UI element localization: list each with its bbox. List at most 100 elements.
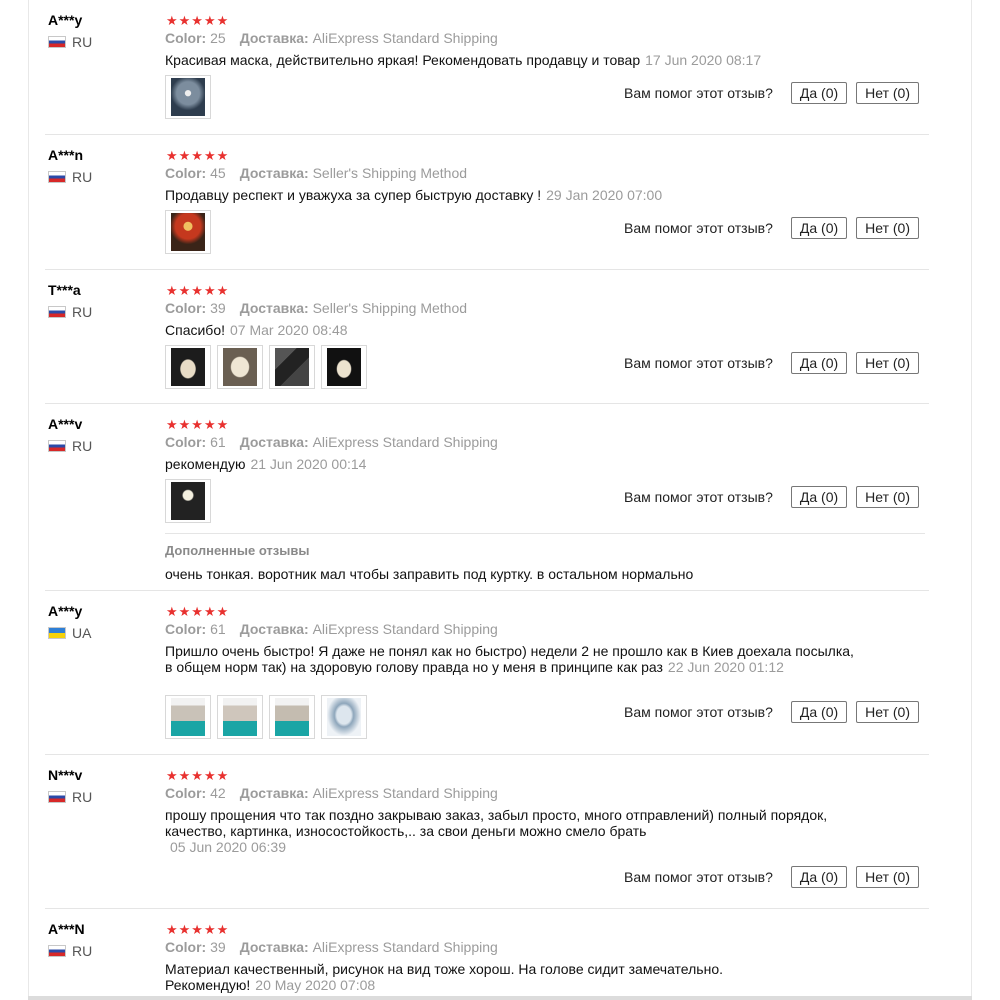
helpful-section: Вам помог этот отзыв? Да (0) Нет (0) [624, 866, 919, 888]
review-meta: Color: 45 Доставка: Seller's Shipping Met… [165, 165, 468, 181]
helpful-section: Вам помог этот отзыв? Да (0) Нет (0) [624, 217, 919, 239]
reviewer-name: A***y [48, 603, 83, 619]
review-photo[interactable] [217, 695, 263, 739]
review-text: Пришло очень быстро! Я даже не понял как… [165, 643, 854, 675]
rating-stars: ★★★★★ [166, 417, 230, 432]
helpful-yes-button[interactable]: Да (0) [790, 217, 848, 239]
color-value: 42 [210, 785, 226, 801]
reviewer-country: RU [48, 304, 92, 320]
helpful-yes-button[interactable]: Да (0) [790, 352, 848, 374]
country-code: RU [72, 304, 93, 320]
review-photo[interactable] [165, 75, 211, 119]
reviewer-name: T***a [48, 282, 81, 298]
review-photo[interactable] [321, 695, 367, 739]
review-item: T***a RU ★★★★★ Color: 39 Доставка: Seller… [45, 270, 929, 404]
additional-review-title: Дополненные отзывы [165, 543, 310, 558]
helpful-yes-button[interactable]: Да (0) [790, 866, 848, 888]
helpful-yes-button[interactable]: Да (0) [790, 486, 848, 508]
ru-flag-icon [48, 36, 66, 48]
helpful-no-button[interactable]: Нет (0) [856, 217, 919, 239]
color-value: 61 [210, 434, 226, 450]
review-date: 17 Jun 2020 08:17 [645, 52, 762, 68]
helpful-no-button[interactable]: Нет (0) [856, 866, 919, 888]
helpful-question: Вам помог этот отзыв? [623, 355, 773, 371]
helpful-section: Вам помог этот отзыв? Да (0) Нет (0) [624, 82, 919, 104]
reviewer-country: RU [48, 789, 92, 805]
ua-flag-icon [48, 627, 66, 639]
reviewer-name: N***v [48, 767, 83, 783]
review-photo[interactable] [165, 695, 211, 739]
color-value: 25 [210, 30, 226, 46]
review-meta: Color: 42 Доставка: AliExpress Standard S… [165, 785, 498, 801]
rating-stars: ★★★★★ [166, 604, 230, 619]
rating-stars: ★★★★★ [166, 768, 230, 783]
shipping-method: AliExpress Standard Shipping [312, 939, 498, 955]
country-code: RU [72, 438, 93, 454]
rating-stars: ★★★★★ [166, 148, 230, 163]
color-value: 39 [210, 300, 226, 316]
review-date: 29 Jan 2020 07:00 [546, 187, 663, 203]
review-text: Материал качественный, рисунок на вид то… [165, 961, 723, 993]
review-date: 21 Jun 2020 00:14 [250, 456, 367, 472]
review-meta: Color: 61 Доставка: AliExpress Standard S… [165, 621, 498, 637]
review-meta: Color: 39 Доставка: AliExpress Standard S… [165, 939, 498, 955]
country-code: RU [72, 34, 93, 50]
helpful-section: Вам помог этот отзыв? Да (0) Нет (0) [624, 486, 919, 508]
review-photo[interactable] [217, 345, 263, 389]
review-photo[interactable] [269, 695, 315, 739]
helpful-question: Вам помог этот отзыв? [623, 85, 773, 101]
review-text: рекомендую 21 Jun 2020 00:14 [165, 456, 367, 472]
helpful-yes-button[interactable]: Да (0) [790, 701, 848, 723]
shipping-method: AliExpress Standard Shipping [312, 785, 498, 801]
review-item: A***y UA ★★★★★ Color: 61 Доставка: AliExp… [45, 591, 929, 755]
rating-stars: ★★★★★ [166, 13, 230, 28]
review-photos [165, 479, 211, 523]
helpful-section: Вам помог этот отзыв? Да (0) Нет (0) [624, 701, 919, 723]
shipping-method: Seller's Shipping Method [312, 165, 468, 181]
reviewer-name: A***n [48, 147, 84, 163]
helpful-section: Вам помог этот отзыв? Да (0) Нет (0) [624, 352, 919, 374]
helpful-no-button[interactable]: Нет (0) [856, 486, 919, 508]
ru-flag-icon [48, 440, 66, 452]
review-text: Красивая маска, действительно яркая! Рек… [165, 52, 762, 68]
helpful-question: Вам помог этот отзыв? [623, 489, 773, 505]
helpful-question: Вам помог этот отзыв? [623, 704, 773, 720]
review-item: A***n RU ★★★★★ Color: 45 Доставка: Seller… [45, 135, 929, 270]
color-value: 45 [210, 165, 226, 181]
helpful-yes-button[interactable]: Да (0) [790, 82, 848, 104]
shipping-method: Seller's Shipping Method [312, 300, 468, 316]
review-date: 05 Jun 2020 06:39 [170, 839, 286, 855]
country-code: RU [72, 789, 93, 805]
helpful-no-button[interactable]: Нет (0) [856, 352, 919, 374]
review-photo[interactable] [165, 345, 211, 389]
review-photo[interactable] [165, 210, 211, 254]
helpful-question: Вам помог этот отзыв? [623, 869, 773, 885]
reviewer-name: A***N [48, 921, 85, 937]
review-photo[interactable] [321, 345, 367, 389]
reviewer-name: A***y [48, 12, 83, 28]
reviewer-country: RU [48, 34, 92, 50]
helpful-no-button[interactable]: Нет (0) [856, 701, 919, 723]
review-item: N***v RU ★★★★★ Color: 42 Доставка: AliExp… [45, 755, 929, 909]
review-date: 07 Mar 2020 08:48 [230, 322, 348, 338]
ru-flag-icon [48, 306, 66, 318]
review-meta: Color: 61 Доставка: AliExpress Standard S… [165, 434, 498, 450]
helpful-no-button[interactable]: Нет (0) [856, 82, 919, 104]
review-photos [165, 345, 367, 389]
review-item: A***y RU ★★★★★ Color: 25 Доставка: AliExp… [45, 0, 929, 135]
reviewer-country: UA [48, 625, 91, 641]
ru-flag-icon [48, 171, 66, 183]
review-item: A***v RU ★★★★★ Color: 61 Доставка: AliExp… [45, 404, 929, 591]
additional-review-text: очень тонкая. воротник мал чтобы заправи… [165, 566, 694, 582]
review-photo[interactable] [165, 479, 211, 523]
reviewer-country: RU [48, 438, 92, 454]
review-text: Продавцу респект и уважуха за супер быст… [165, 187, 663, 203]
ru-flag-icon [48, 945, 66, 957]
review-text: прошу прощения что так поздно закрываю з… [165, 807, 828, 855]
additional-divider [165, 533, 925, 534]
review-item: A***N RU ★★★★★ Color: 39 Доставка: AliExp… [45, 909, 929, 1000]
reviewer-country: RU [48, 943, 92, 959]
review-photo[interactable] [269, 345, 315, 389]
ru-flag-icon [48, 791, 66, 803]
shipping-method: AliExpress Standard Shipping [312, 30, 498, 46]
